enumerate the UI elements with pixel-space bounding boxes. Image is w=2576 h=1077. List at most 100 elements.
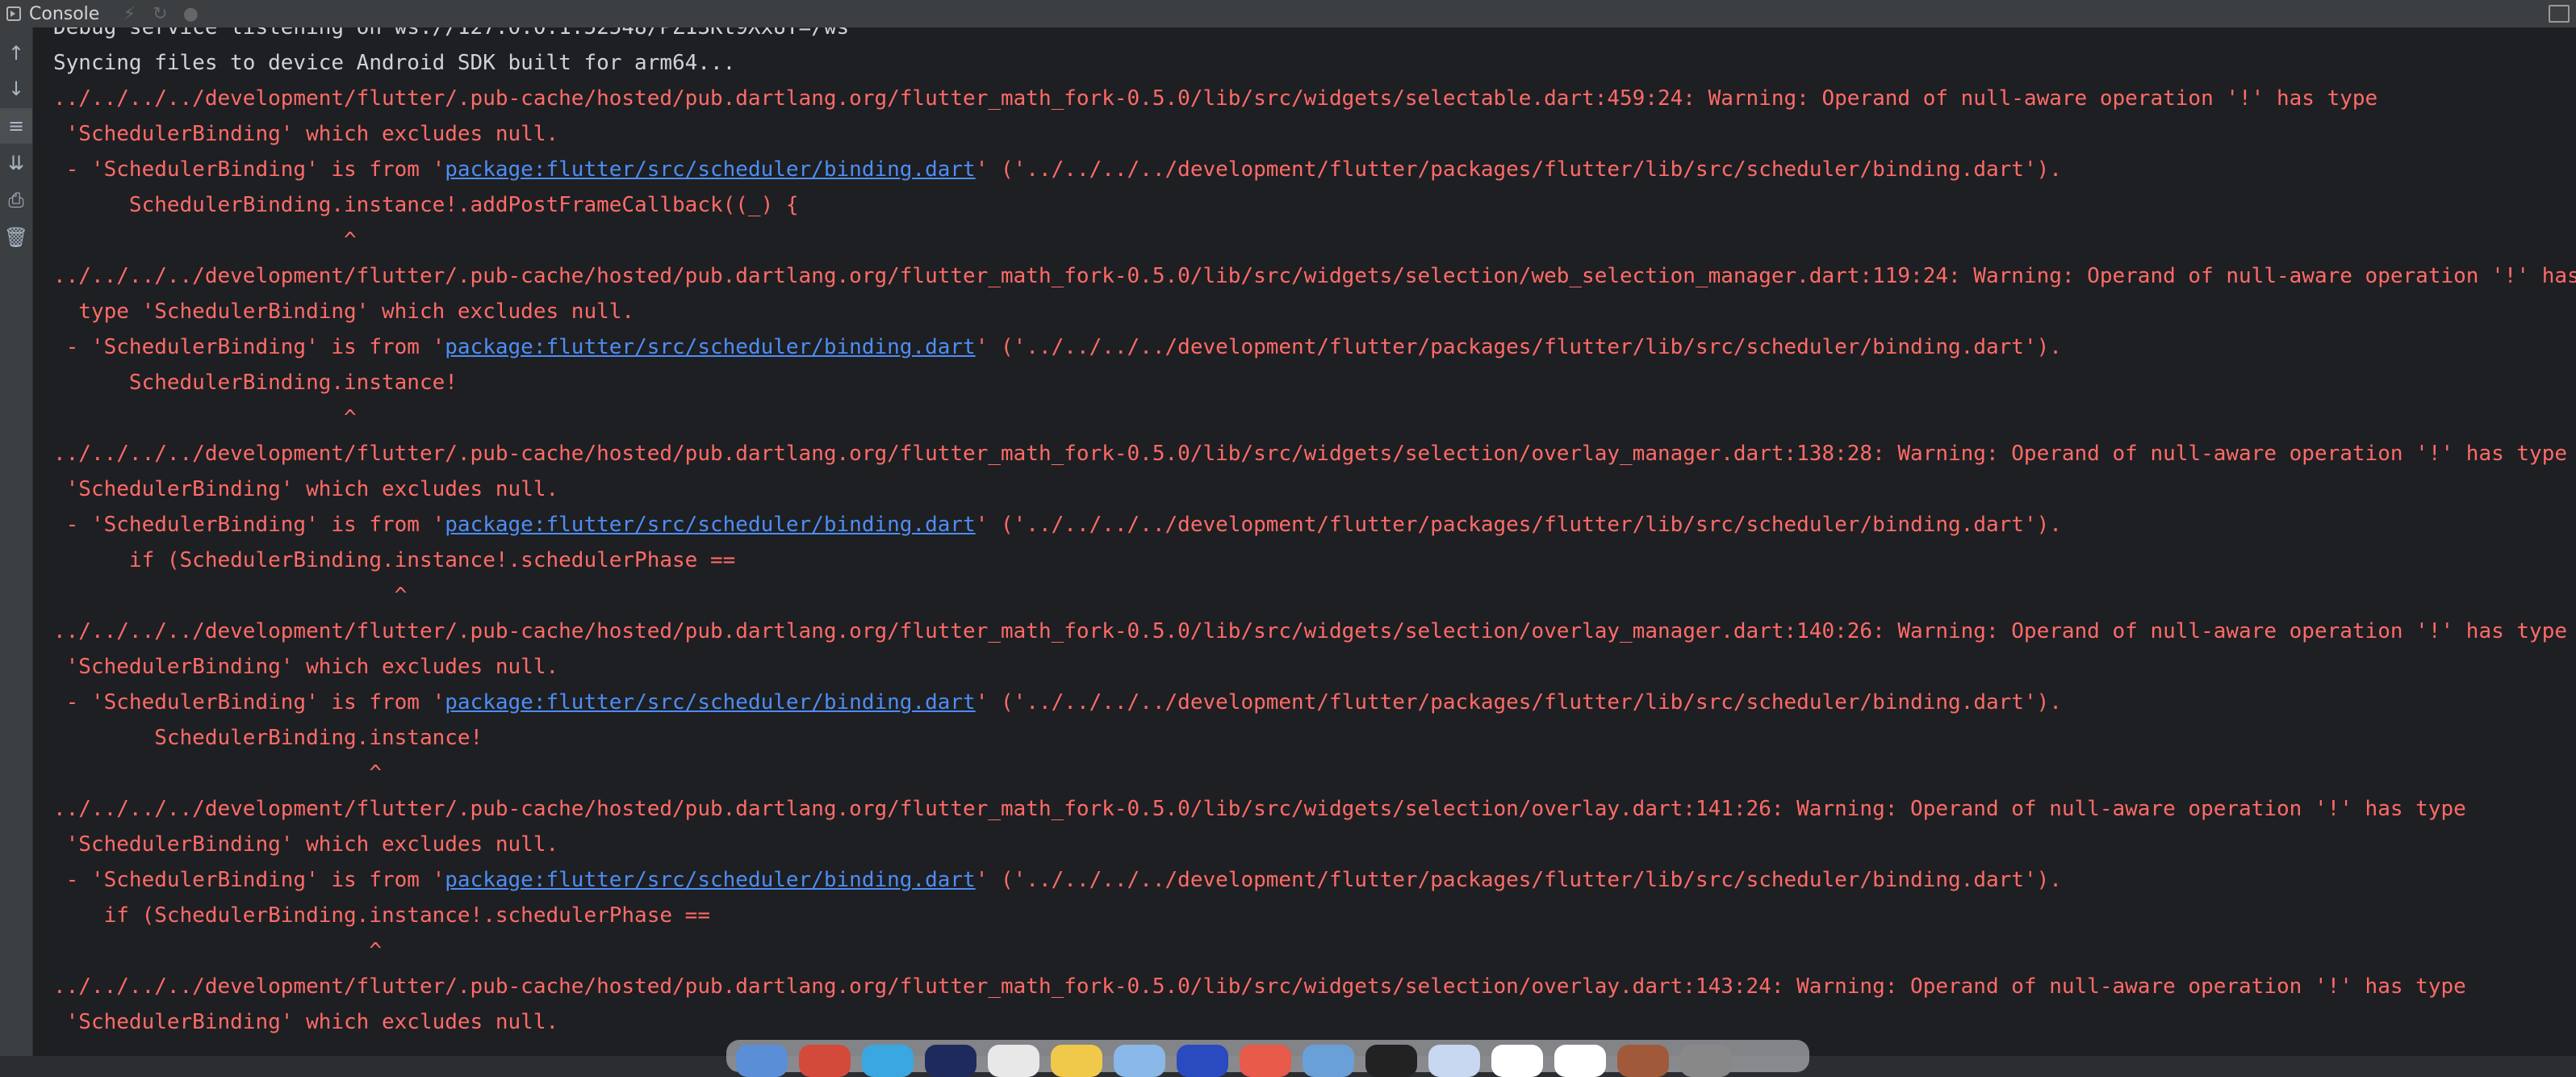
dock-app-icon[interactable] <box>1114 1045 1165 1077</box>
dock-app-icon[interactable] <box>1617 1045 1669 1077</box>
console-output[interactable]: Debug service listening on ws://127.0.0.… <box>33 27 2576 1056</box>
console-text: type 'SchedulerBinding' which excludes n… <box>53 300 635 324</box>
console-line: SchedulerBinding.instance! <box>33 365 2576 400</box>
console-line: ../../../../development/flutter/.pub-cac… <box>33 791 2576 827</box>
console-text: ' ('../../../../development/flutter/pack… <box>975 868 2062 892</box>
rerun-icon[interactable]: ⚡ <box>117 2 141 26</box>
console-text: ../../../../development/flutter/.pub-cac… <box>53 797 2466 821</box>
stop-icon[interactable]: ● <box>178 2 203 26</box>
console-text: 'SchedulerBinding' which excludes null. <box>53 122 559 146</box>
console-line: - 'SchedulerBinding' is from 'package:fl… <box>33 329 2576 365</box>
dock-app-icon[interactable] <box>1680 1045 1732 1077</box>
console-text: if (SchedulerBinding.instance!.scheduler… <box>53 903 710 928</box>
console-line: if (SchedulerBinding.instance!.scheduler… <box>33 543 2576 578</box>
console-text: ../../../../development/flutter/.pub-cac… <box>53 86 2378 111</box>
console-text: ../../../../development/flutter/.pub-cac… <box>53 264 2576 288</box>
dock-app-icon[interactable] <box>1303 1045 1354 1077</box>
console-line: type 'SchedulerBinding' which excludes n… <box>33 294 2576 329</box>
console-text: Debug service listening on ws://127.0.0.… <box>53 27 850 40</box>
console-text: ../../../../development/flutter/.pub-cac… <box>53 442 2568 466</box>
print-icon[interactable]: ⎙ <box>0 182 32 218</box>
dock-app-icon[interactable] <box>1428 1045 1480 1077</box>
console-line: ../../../../development/flutter/.pub-cac… <box>33 614 2576 649</box>
package-link[interactable]: package:flutter/src/scheduler/binding.da… <box>445 513 975 537</box>
soft-wrap-icon[interactable]: ≡ <box>0 108 32 144</box>
console-line: 'SchedulerBinding' which excludes null. <box>33 471 2576 507</box>
console-gutter-toolbar: ↑ ↓ ≡ ⇊ ⎙ 🗑 <box>0 27 33 1056</box>
package-link[interactable]: package:flutter/src/scheduler/binding.da… <box>445 690 975 715</box>
dock-app-icon[interactable] <box>1051 1045 1102 1077</box>
console-text: 'SchedulerBinding' which excludes null. <box>53 655 559 679</box>
console-line: Debug service listening on ws://127.0.0.… <box>33 27 2576 45</box>
console-line: ^ <box>33 223 2576 258</box>
dock-app-icon[interactable] <box>1177 1045 1228 1077</box>
dock-app-icon[interactable] <box>736 1045 788 1077</box>
console-text: ' ('../../../../development/flutter/pack… <box>975 335 2062 359</box>
dock-app-icon[interactable] <box>799 1045 851 1077</box>
reload-icon[interactable]: ↻ <box>148 2 172 26</box>
console-line: ../../../../development/flutter/.pub-cac… <box>33 436 2576 471</box>
toolbar-actions: ⚡ ↻ ● <box>111 2 203 26</box>
scroll-to-end-icon[interactable]: ⇊ <box>0 145 32 181</box>
console-text: ../../../../development/flutter/.pub-cac… <box>53 974 2466 999</box>
console-text: - 'SchedulerBinding' is from ' <box>53 157 445 182</box>
console-text: ' ('../../../../development/flutter/pack… <box>975 513 2062 537</box>
console-text: - 'SchedulerBinding' is from ' <box>53 513 445 537</box>
console-line: 'SchedulerBinding' which excludes null. <box>33 649 2576 685</box>
console-tab[interactable]: Console <box>0 0 111 27</box>
console-line: if (SchedulerBinding.instance!.scheduler… <box>33 898 2576 933</box>
console-line: - 'SchedulerBinding' is from 'package:fl… <box>33 862 2576 898</box>
console-line: ^ <box>33 756 2576 791</box>
console-line: - 'SchedulerBinding' is from 'package:fl… <box>33 507 2576 543</box>
clear-all-icon[interactable]: 🗑 <box>0 220 32 255</box>
console-line: Syncing files to device Android SDK buil… <box>33 45 2576 81</box>
console-text: ^ <box>53 406 357 430</box>
console-line: SchedulerBinding.instance!.addPostFrameC… <box>33 187 2576 223</box>
package-link[interactable]: package:flutter/src/scheduler/binding.da… <box>445 335 975 359</box>
scroll-down-icon[interactable]: ↓ <box>0 71 32 107</box>
console-text: ^ <box>53 761 382 786</box>
console-text: SchedulerBinding.instance!.addPostFrameC… <box>53 193 799 217</box>
console-line: 'SchedulerBinding' which excludes null. <box>33 1004 2576 1040</box>
dock-app-icon[interactable] <box>862 1045 914 1077</box>
console-line: ^ <box>33 933 2576 969</box>
console-text: ^ <box>53 939 382 963</box>
console-line: 'SchedulerBinding' which excludes null. <box>33 827 2576 862</box>
console-text: SchedulerBinding.instance! <box>53 726 483 750</box>
console-text: Syncing files to device Android SDK buil… <box>53 51 736 75</box>
console-text: ' ('../../../../development/flutter/pack… <box>975 690 2062 715</box>
package-link[interactable]: package:flutter/src/scheduler/binding.da… <box>445 157 975 182</box>
console-line: SchedulerBinding.instance! <box>33 720 2576 756</box>
console-text: - 'SchedulerBinding' is from ' <box>53 335 445 359</box>
console-line: 'SchedulerBinding' which excludes null. <box>33 116 2576 152</box>
package-link[interactable]: package:flutter/src/scheduler/binding.da… <box>445 868 975 892</box>
console-text: ^ <box>53 584 408 608</box>
console-line: - 'SchedulerBinding' is from 'package:fl… <box>33 685 2576 720</box>
macos-dock <box>726 1040 1809 1077</box>
console-line: - 'SchedulerBinding' is from 'package:fl… <box>33 152 2576 187</box>
console-icon <box>6 6 21 21</box>
console-text: ../../../../development/flutter/.pub-cac… <box>53 619 2568 643</box>
console-text: 'SchedulerBinding' which excludes null. <box>53 477 559 501</box>
dock-app-icon[interactable] <box>988 1045 1039 1077</box>
dock-app-icon[interactable] <box>925 1045 976 1077</box>
dock-app-icon[interactable] <box>1554 1045 1606 1077</box>
console-tab-label: Console <box>29 3 100 24</box>
tool-window-header: Console ⚡ ↻ ● <box>0 0 2576 28</box>
dock-app-icon[interactable] <box>1365 1045 1417 1077</box>
console-text: - 'SchedulerBinding' is from ' <box>53 868 445 892</box>
scroll-up-icon[interactable]: ↑ <box>0 36 32 71</box>
layout-icon[interactable] <box>2549 5 2570 23</box>
console-text: 'SchedulerBinding' which excludes null. <box>53 1010 559 1034</box>
console-text: ^ <box>53 228 357 253</box>
console-text: 'SchedulerBinding' which excludes null. <box>53 832 559 857</box>
console-text: SchedulerBinding.instance! <box>53 371 458 395</box>
console-text: - 'SchedulerBinding' is from ' <box>53 690 445 715</box>
console-text: ' ('../../../../development/flutter/pack… <box>975 157 2062 182</box>
console-line: ../../../../development/flutter/.pub-cac… <box>33 969 2576 1004</box>
console-line: ../../../../development/flutter/.pub-cac… <box>33 81 2576 116</box>
dock-app-icon[interactable] <box>1240 1045 1291 1077</box>
dock-app-icon[interactable] <box>1491 1045 1543 1077</box>
console-text: if (SchedulerBinding.instance!.scheduler… <box>53 548 736 572</box>
console-line: ^ <box>33 578 2576 614</box>
